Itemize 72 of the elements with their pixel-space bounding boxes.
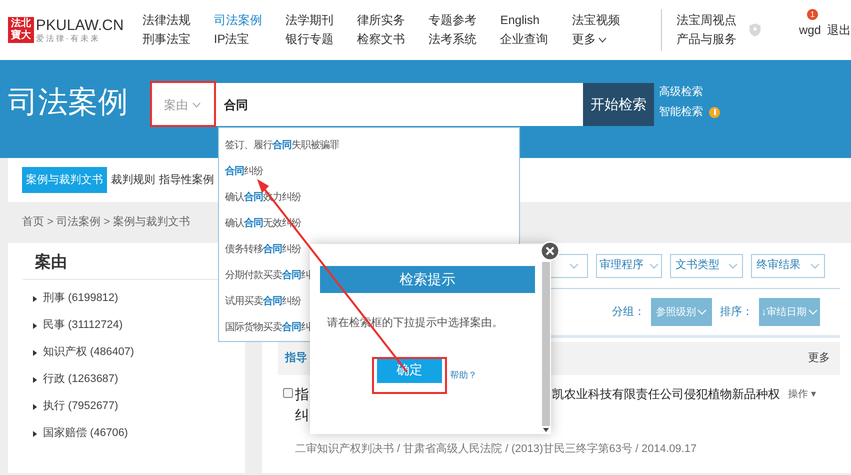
expand-icon[interactable] [33,322,37,328]
chevron-icon [697,309,707,315]
user-name[interactable]: wgd [798,23,821,37]
nav-link[interactable]: IP法宝 [214,32,250,47]
nav-link[interactable]: 律所实务 [357,13,406,28]
nav-link[interactable]: 法律法规 [142,13,190,28]
tab[interactable]: 裁判规则 [111,167,155,193]
suggestion-item[interactable]: 签订、履行合同失职被骗罪 [225,132,519,158]
expand-icon[interactable] [33,376,37,382]
logo-mark[interactable]: 法北 寶大 [8,17,34,43]
highlight-frame [150,81,216,127]
filter-dropdown[interactable]: 终审结果 [751,254,825,278]
nav-link[interactable]: 司法案例 [214,13,262,28]
category-item[interactable]: 行政 (1263687) [43,371,118,388]
nav-link[interactable]: 更多 [572,32,607,47]
action-menu[interactable]: 操作 ▾ [788,387,816,402]
expand-icon[interactable] [33,350,37,356]
tab[interactable]: 指导性案例 [159,167,214,193]
section-title: 指导 [285,350,307,366]
panel-title: 案由 [35,252,67,273]
nav-link[interactable]: 法考系统 [428,32,477,47]
expand-icon[interactable] [33,404,37,410]
site-slogan: 爱法律·有未来 [36,34,102,44]
dialog-title: 检索提示 [320,266,535,293]
result-title[interactable]: 凯农业科技有限责任公司侵犯植物新品种权 [552,385,780,403]
checkbox[interactable] [283,388,293,398]
expand-icon[interactable] [33,296,37,302]
chevron-icon [808,309,818,315]
scroll-down-icon[interactable] [543,428,549,432]
notification-badge: 1 [806,9,818,20]
filter-dropdown[interactable]: 文书类型 [670,254,743,278]
nav-link[interactable]: 产品与服务 [676,32,736,47]
result-meta: 二审知识产权判决书 / 甘肃省高级人民法院 / (2013)甘民三终字第63号 / 2014.09.17 [295,442,698,457]
site-name[interactable]: PKULAW.CN [36,16,142,34]
filter-dropdown[interactable]: 审理程序 [596,254,662,278]
category-item[interactable]: 知识产权 (486407) [43,344,134,361]
help-link[interactable]: 帮助？ [450,369,477,382]
chevron-icon [569,262,579,268]
category-item[interactable]: 刑事 (6199812) [43,290,118,307]
search-button[interactable]: 开始检索 [583,83,654,126]
category-item[interactable]: 执行 (7952677) [43,398,118,415]
result-title[interactable]: 指 [295,385,309,403]
nav-link[interactable]: 专题参考 [428,13,477,28]
search-input[interactable]: 合同 [224,96,583,114]
search-box[interactable]: 案由 合同 [150,83,583,126]
sort-label: 排序： [720,304,753,320]
nav-link[interactable]: 刑事法宝 [142,32,190,47]
nav-link[interactable]: 法宝视频 [572,13,620,28]
nav-link[interactable]: 企业查询 [500,32,548,47]
search-link[interactable]: 智能检索 [659,105,703,119]
chevron-icon [728,262,738,268]
category-item[interactable]: 民事 (31112724) [43,317,123,334]
chevron-icon [648,262,658,268]
nav-link[interactable]: English [500,13,540,28]
caret-icon[interactable] [598,36,607,42]
chevron-icon [192,102,201,108]
suggestion-item[interactable]: 合同纠纷 [225,158,519,184]
more-link[interactable]: 更多 [808,350,830,367]
nav-link[interactable]: 银行专题 [285,32,334,47]
scrollbar[interactable] [542,262,550,426]
nav-link[interactable]: 法宝周视点 [676,13,736,28]
nav-link[interactable]: 法学期刊 [285,13,334,28]
expand-icon[interactable] [33,430,37,436]
search-link[interactable]: 高级检索 [659,85,703,99]
nav-link[interactable]: 检察文书 [357,32,406,47]
logout-link[interactable]: 退出 [826,21,851,39]
warning-icon [709,106,720,118]
category-item[interactable]: 国家赔偿 (46706) [43,425,128,442]
breadcrumb: 首页 > 司法案例 > 案例与裁判文书 [22,214,190,230]
group-label: 分组： [612,304,645,320]
page-title: 司法案例 [8,85,129,121]
chevron-icon [810,262,820,268]
